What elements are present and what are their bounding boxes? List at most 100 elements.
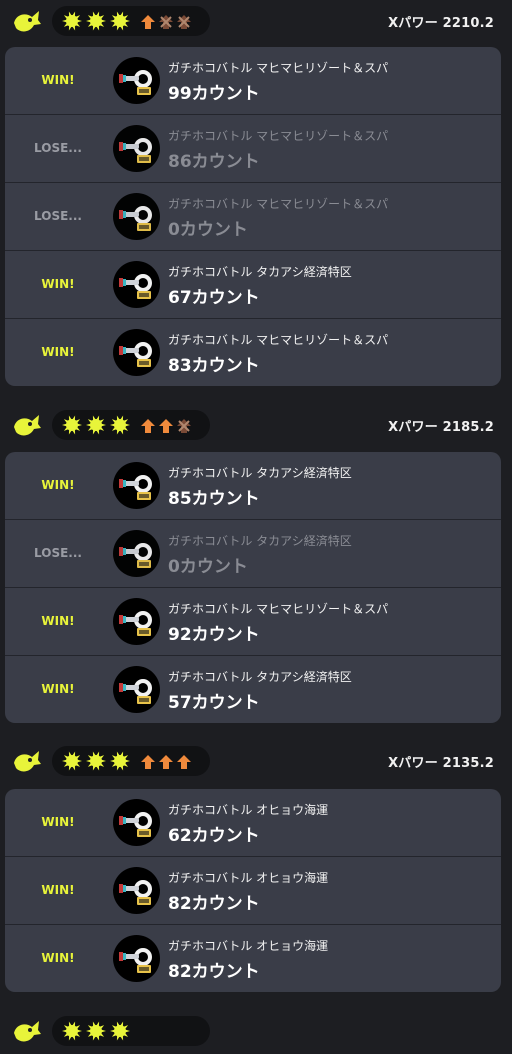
mode-stage-label: ガチホコバトル マヒマヒリゾート＆スパ	[168, 333, 389, 347]
weapon-icon	[113, 57, 160, 104]
weapon-icon	[113, 935, 160, 982]
streak-badges	[52, 1016, 210, 1046]
streak-up-arrow-icon	[140, 754, 156, 770]
count-score: 85カウント	[168, 489, 260, 509]
count-score: 82カウント	[168, 962, 260, 982]
win-badge-icon	[86, 11, 106, 31]
streak-up-arrow-icon	[158, 418, 174, 434]
weapon-icon	[113, 462, 160, 509]
match-result-label: LOSE...	[34, 141, 82, 155]
mode-stage-label: ガチホコバトル マヒマヒリゾート＆スパ	[168, 129, 389, 143]
match-row[interactable]: WIN! ガチホコバトル タカアシ経済特区 67カウント	[5, 250, 501, 318]
squid-icon	[12, 748, 42, 776]
win-badge-icon	[86, 751, 106, 771]
weapon-icon	[113, 598, 160, 645]
match-row[interactable]: WIN! ガチホコバトル オヒョウ海運 62カウント	[5, 789, 501, 856]
x-power-label: Xパワー 2210.2	[388, 16, 494, 31]
match-list: WIN! ガチホコバトル オヒョウ海運 62カウント WIN! ガチホコバトル オヒョウ…	[5, 789, 501, 992]
count-score: 0カウント	[168, 220, 248, 240]
streak-loss-arrow-icon	[176, 418, 192, 434]
group-header	[0, 1010, 512, 1054]
mode-stage-label: ガチホコバトル タカアシ経済特区	[168, 670, 352, 684]
match-result-label: LOSE...	[34, 209, 82, 223]
match-row[interactable]: WIN! ガチホコバトル タカアシ経済特区 57カウント	[5, 655, 501, 723]
match-result-label: WIN!	[41, 815, 75, 829]
match-group-2: Xパワー 2185.2 WIN! ガチホコバトル タカアシ経済特区 85カウント LO…	[0, 404, 512, 723]
streak-up-arrow-icon	[140, 418, 156, 434]
count-score: 62カウント	[168, 826, 260, 846]
count-score: 0カウント	[168, 557, 248, 577]
group-header: Xパワー 2135.2	[0, 740, 512, 784]
squid-icon	[12, 412, 42, 440]
match-list: WIN! ガチホコバトル マヒマヒリゾート＆スパ 99カウント LOSE... ガチホコ…	[5, 47, 501, 386]
streak-loss-arrow-icon	[158, 14, 174, 30]
match-row[interactable]: WIN! ガチホコバトル マヒマヒリゾート＆スパ 99カウント	[5, 47, 501, 114]
weapon-icon	[113, 329, 160, 376]
match-row[interactable]: LOSE... ガチホコバトル タカアシ経済特区 0カウント	[5, 519, 501, 587]
match-result-label: WIN!	[41, 951, 75, 965]
mode-stage-label: ガチホコバトル タカアシ経済特区	[168, 265, 352, 279]
match-group-1: Xパワー 2210.2 WIN! ガチホコバトル マヒマヒリゾート＆スパ 99カウン…	[0, 0, 512, 386]
mode-stage-label: ガチホコバトル マヒマヒリゾート＆スパ	[168, 602, 389, 616]
count-score: 67カウント	[168, 288, 260, 308]
win-badge-icon	[110, 11, 130, 31]
streak-loss-arrow-icon	[176, 14, 192, 30]
weapon-icon	[113, 193, 160, 240]
mode-stage-label: ガチホコバトル オヒョウ海運	[168, 939, 329, 953]
match-result-label: WIN!	[41, 614, 75, 628]
weapon-icon	[113, 799, 160, 846]
win-badge-icon	[62, 1021, 82, 1041]
match-result-label: LOSE...	[34, 546, 82, 560]
count-score: 82カウント	[168, 894, 260, 914]
match-row[interactable]: WIN! ガチホコバトル タカアシ経済特区 85カウント	[5, 452, 501, 519]
squid-icon	[12, 1018, 42, 1046]
group-header: Xパワー 2185.2	[0, 404, 512, 448]
win-badge-icon	[62, 415, 82, 435]
mode-stage-label: ガチホコバトル オヒョウ海運	[168, 803, 329, 817]
match-row[interactable]: WIN! ガチホコバトル オヒョウ海運 82カウント	[5, 924, 501, 992]
squid-icon	[12, 8, 42, 36]
count-score: 83カウント	[168, 356, 260, 376]
weapon-icon	[113, 666, 160, 713]
match-result-label: WIN!	[41, 73, 75, 87]
match-row[interactable]: WIN! ガチホコバトル マヒマヒリゾート＆スパ 92カウント	[5, 587, 501, 655]
x-power-label: Xパワー 2185.2	[388, 420, 494, 435]
match-row[interactable]: LOSE... ガチホコバトル マヒマヒリゾート＆スパ 86カウント	[5, 114, 501, 182]
match-row[interactable]: LOSE... ガチホコバトル マヒマヒリゾート＆スパ 0カウント	[5, 182, 501, 250]
count-score: 57カウント	[168, 693, 260, 713]
group-header: Xパワー 2210.2	[0, 0, 512, 44]
mode-stage-label: ガチホコバトル タカアシ経済特区	[168, 466, 352, 480]
win-badge-icon	[86, 415, 106, 435]
win-badge-icon	[86, 1021, 106, 1041]
weapon-icon	[113, 867, 160, 914]
match-result-label: WIN!	[41, 478, 75, 492]
streak-badges	[52, 6, 210, 36]
win-badge-icon	[62, 751, 82, 771]
mode-stage-label: ガチホコバトル オヒョウ海運	[168, 871, 329, 885]
weapon-icon	[113, 530, 160, 577]
count-score: 86カウント	[168, 152, 260, 172]
match-list: WIN! ガチホコバトル タカアシ経済特区 85カウント LOSE... ガチホコバトル…	[5, 452, 501, 723]
win-badge-icon	[110, 751, 130, 771]
x-power-label: Xパワー 2135.2	[388, 756, 494, 771]
win-badge-icon	[110, 415, 130, 435]
match-group-4-partial	[0, 1010, 512, 1054]
match-result-label: WIN!	[41, 277, 75, 291]
match-result-label: WIN!	[41, 345, 75, 359]
match-row[interactable]: WIN! ガチホコバトル マヒマヒリゾート＆スパ 83カウント	[5, 318, 501, 386]
mode-stage-label: ガチホコバトル マヒマヒリゾート＆スパ	[168, 197, 389, 211]
mode-stage-label: ガチホコバトル マヒマヒリゾート＆スパ	[168, 61, 389, 75]
mode-stage-label: ガチホコバトル タカアシ経済特区	[168, 534, 352, 548]
streak-badges	[52, 746, 210, 776]
weapon-icon	[113, 261, 160, 308]
match-result-label: WIN!	[41, 682, 75, 696]
count-score: 92カウント	[168, 625, 260, 645]
streak-up-arrow-icon	[176, 754, 192, 770]
streak-up-arrow-icon	[140, 14, 156, 30]
weapon-icon	[113, 125, 160, 172]
win-badge-icon	[62, 11, 82, 31]
count-score: 99カウント	[168, 84, 260, 104]
win-badge-icon	[110, 1021, 130, 1041]
match-result-label: WIN!	[41, 883, 75, 897]
match-row[interactable]: WIN! ガチホコバトル オヒョウ海運 82カウント	[5, 856, 501, 924]
